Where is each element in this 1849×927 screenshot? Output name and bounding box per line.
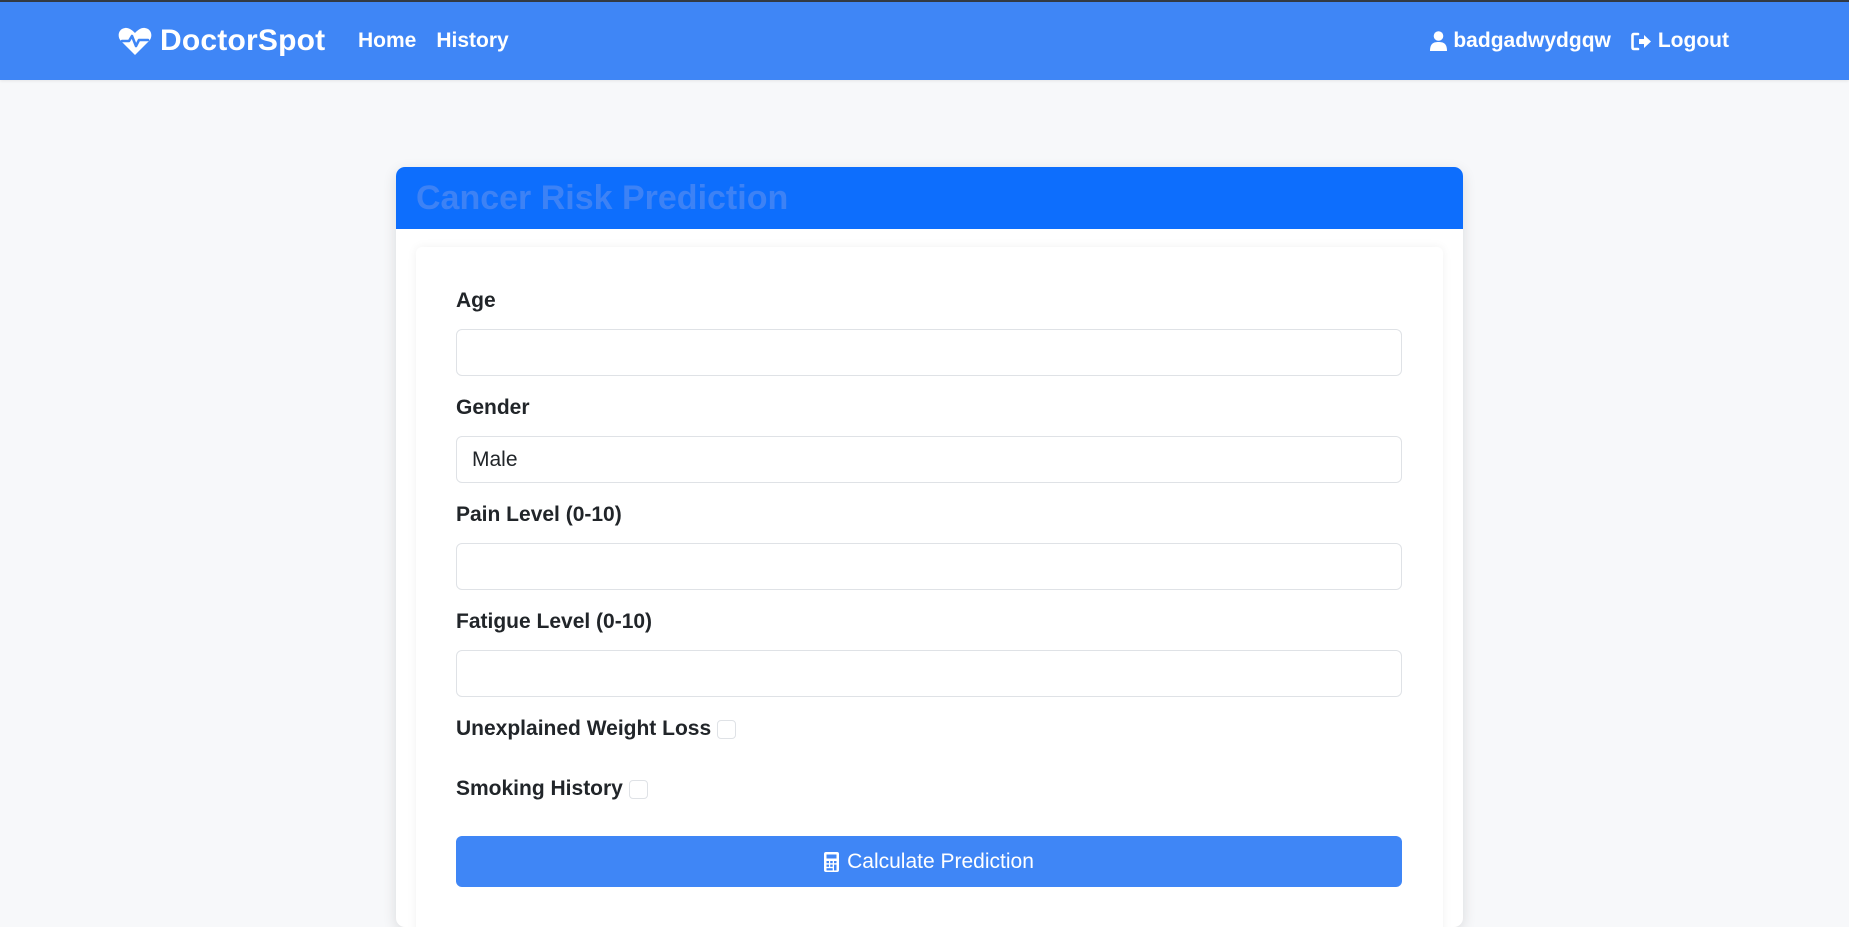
- smoking-history-row: Smoking History: [456, 777, 648, 801]
- brand-name: DoctorSpot: [160, 24, 326, 57]
- pain-level-label: Pain Level (0-10): [456, 503, 622, 526]
- pain-level-input[interactable]: [456, 543, 1402, 590]
- calculate-prediction-button[interactable]: Calculate Prediction: [456, 836, 1402, 887]
- age-label: Age: [456, 289, 496, 312]
- username-label: badgadwydgqw: [1453, 29, 1611, 52]
- logout-link[interactable]: Logout: [1631, 29, 1729, 53]
- weight-loss-label: Unexplained Weight Loss: [456, 717, 712, 740]
- nav-link-history[interactable]: History: [436, 29, 508, 53]
- heart-pulse-icon: [118, 27, 152, 55]
- sign-out-icon: [1631, 32, 1651, 50]
- smoking-history-label: Smoking History: [456, 777, 623, 800]
- nav-links: Home History: [358, 2, 509, 80]
- user-profile-link[interactable]: badgadwydgqw: [1430, 29, 1611, 53]
- user-icon: [1430, 31, 1448, 51]
- gender-select[interactable]: Male: [456, 436, 1402, 483]
- prediction-form: Age Gender Male Pain Level (0-10) Fatigu…: [416, 247, 1443, 927]
- brand-link[interactable]: DoctorSpot: [118, 2, 325, 80]
- fatigue-level-label: Fatigue Level (0-10): [456, 610, 653, 633]
- weight-loss-row: Unexplained Weight Loss: [456, 717, 737, 741]
- smoking-history-checkbox[interactable]: [628, 779, 648, 799]
- calculator-icon: [824, 851, 840, 872]
- gender-label: Gender: [456, 396, 530, 419]
- age-input[interactable]: [456, 329, 1402, 376]
- nav-user-area: badgadwydgqw Logout: [1430, 2, 1729, 80]
- logout-label: Logout: [1657, 29, 1729, 52]
- navbar: DoctorSpot Home History badgadwydgqw Log…: [0, 2, 1849, 80]
- card-title: Cancer Risk Prediction: [416, 179, 789, 217]
- gender-selected-value: Male: [472, 447, 518, 471]
- nav-link-home[interactable]: Home: [358, 29, 416, 53]
- calculate-prediction-label: Calculate Prediction: [847, 849, 1034, 873]
- card-header: Cancer Risk Prediction: [396, 167, 1463, 229]
- prediction-card: Cancer Risk Prediction Age Gender Male P…: [396, 167, 1463, 927]
- fatigue-level-input[interactable]: [456, 650, 1402, 697]
- weight-loss-checkbox[interactable]: [717, 719, 737, 739]
